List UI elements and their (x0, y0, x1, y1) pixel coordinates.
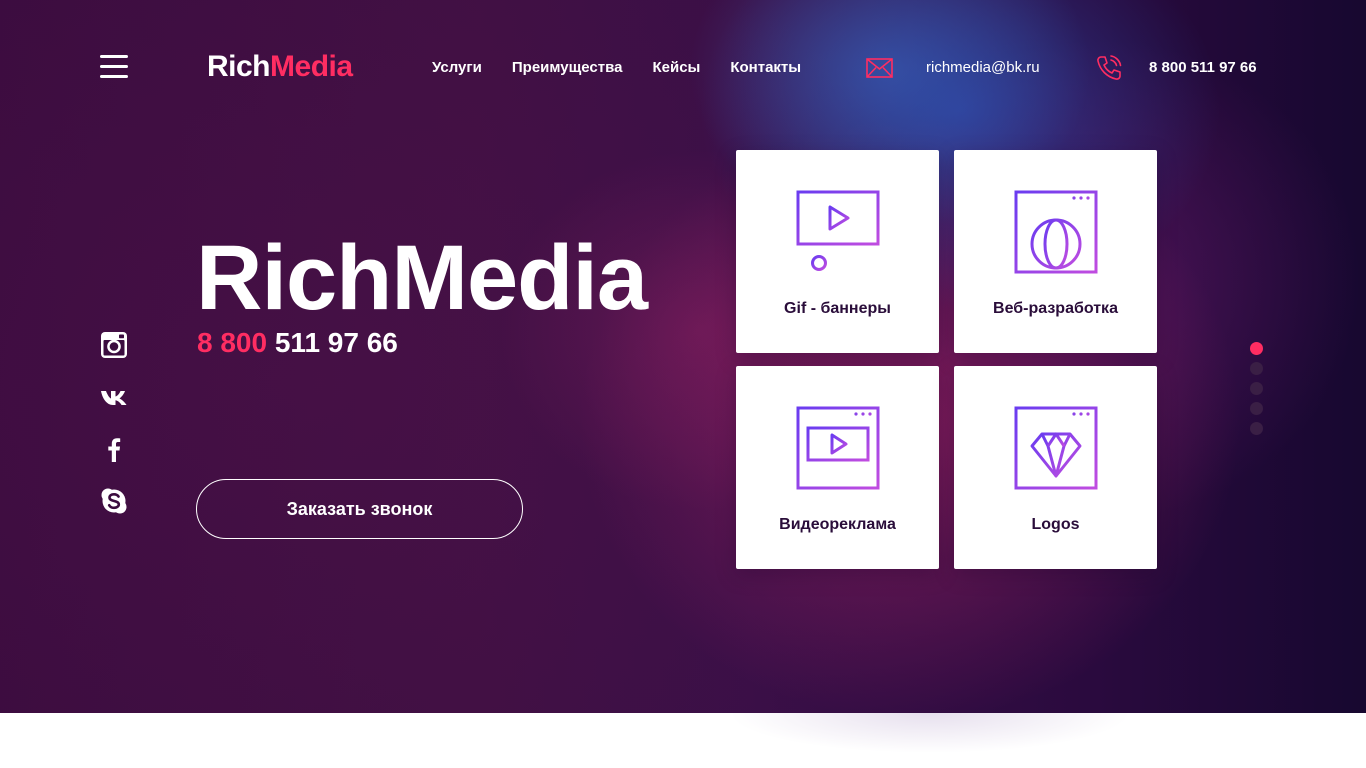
instagram-icon[interactable] (100, 331, 128, 359)
social-links (100, 331, 130, 539)
service-card-logos[interactable]: Logos (954, 366, 1157, 569)
main-nav: Услуги Преимущества Кейсы Контакты (432, 59, 801, 76)
hero-phone: 8 800 511 97 66 (197, 327, 398, 359)
menu-icon[interactable] (100, 55, 128, 81)
header-email-link[interactable]: richmedia@bk.ru (926, 59, 1040, 76)
slider-pagination (1250, 342, 1264, 442)
slider-dot-5[interactable] (1250, 422, 1263, 435)
globe-browser-icon (1014, 190, 1098, 274)
slider-dot-2[interactable] (1250, 362, 1263, 375)
nav-item-advantages[interactable]: Преимущества (512, 59, 623, 76)
nav-item-services[interactable]: Услуги (432, 59, 482, 76)
diamond-browser-icon (1014, 406, 1098, 490)
slider-dot-1[interactable] (1250, 342, 1263, 355)
nav-item-cases[interactable]: Кейсы (652, 59, 700, 76)
service-card-web-development[interactable]: Веб-разработка (954, 150, 1157, 353)
callback-button[interactable]: Заказать звонок (196, 479, 523, 539)
skype-icon[interactable] (100, 487, 128, 515)
facebook-icon[interactable] (100, 435, 128, 463)
logo[interactable]: RichMedia (207, 50, 353, 84)
video-article-icon (796, 406, 880, 490)
mail-icon (866, 58, 893, 78)
header-phone-link[interactable]: 8 800 511 97 66 (1149, 59, 1257, 76)
logo-text-media: Media (270, 50, 353, 83)
service-card-label: Gif - баннеры (784, 300, 891, 317)
slider-dot-4[interactable] (1250, 402, 1263, 415)
vk-icon[interactable] (100, 383, 128, 411)
hero-title: RichMedia (196, 227, 648, 329)
hero-phone-prefix: 8 800 (197, 327, 268, 358)
service-card-label: Веб-разработка (993, 300, 1118, 317)
logo-text-rich: Rich (207, 50, 271, 83)
slider-dot-3[interactable] (1250, 382, 1263, 395)
hero-phone-number: 511 97 66 (274, 327, 398, 358)
service-card-gif-banners[interactable]: Gif - баннеры (736, 150, 939, 353)
section-shadow (720, 713, 1140, 768)
phone-icon (1097, 55, 1122, 80)
service-card-video-ads[interactable]: Видеореклама (736, 366, 939, 569)
video-player-icon (796, 190, 880, 271)
nav-item-contacts[interactable]: Контакты (730, 59, 801, 76)
service-card-label: Видеореклама (779, 516, 896, 533)
service-card-label: Logos (1031, 516, 1080, 533)
